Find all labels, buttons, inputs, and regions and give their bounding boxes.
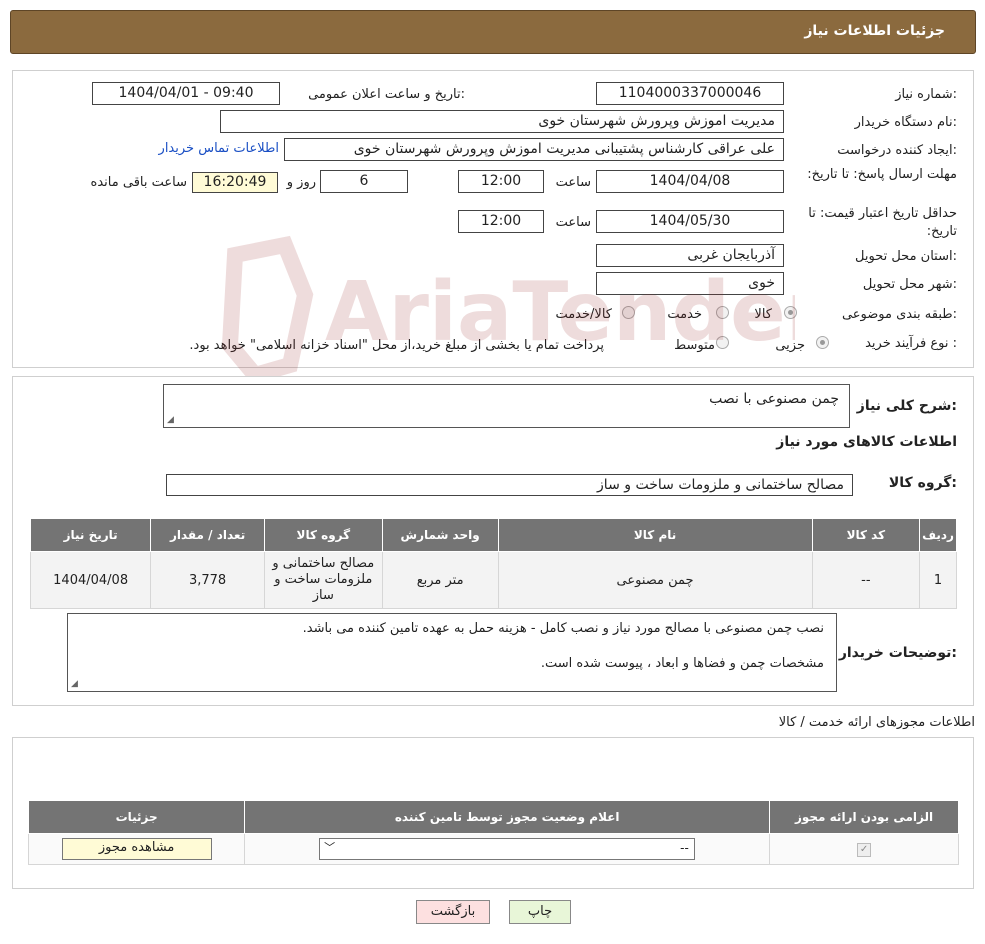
col-permit-details: جزئیات (27, 800, 246, 834)
cell-goods-name: چمن مصنوعی (497, 551, 813, 609)
col-unit: واحد شمارش (381, 518, 499, 552)
deadline-time-field: 12:00 (458, 170, 544, 193)
cell-row-number: 1 (919, 551, 957, 609)
permits-title: اطلاعات مجوزهای ارائه خدمت / کالا (778, 715, 975, 730)
col-goods-name: نام کالا (497, 518, 813, 552)
category-option-goods: کالا (754, 307, 772, 322)
permit-status-value: -- (680, 841, 689, 855)
page-header: جزئیات اطلاعات نیاز (10, 10, 976, 54)
cell-unit: متر مربع (381, 551, 499, 609)
permits-header-row: الزامی بودن ارائه مجوز اعلام وضعیت مجوز … (27, 800, 959, 834)
remaining-label: ساعت باقی مانده (90, 175, 187, 190)
buyer-notes-field[interactable]: نصب چمن مصنوعی با مصالح مورد نیاز و نصب … (67, 613, 837, 692)
permits-table: الزامی بودن ارائه مجوز اعلام وضعیت مجوز … (27, 800, 959, 865)
need-number-field: 1104000337000046 (596, 82, 784, 105)
permit-required-checkbox: ✓ (857, 843, 872, 857)
purchase-type-label: نوع فرآیند خرید : (865, 336, 957, 351)
goods-group-field: مصالح ساختمانی و ملزومات ساخت و ساز (166, 474, 853, 496)
purchase-radio-minor[interactable] (816, 336, 829, 349)
col-goods-group: گروه کالا (263, 518, 383, 552)
announce-label: تاریخ و ساعت اعلان عمومی: (308, 87, 465, 102)
days-field: 6 (320, 170, 408, 193)
deadline-label: مهلت ارسال پاسخ: تا تاریخ: (807, 167, 957, 182)
category-radio-service[interactable] (716, 306, 729, 319)
cell-permit-status: ﹀ -- (244, 833, 771, 865)
cell-quantity: 3,778 (150, 551, 265, 609)
goods-table: ردیف کد کالا نام کالا واحد شمارش گروه کا… (29, 518, 957, 609)
resize-grip-icon: ◢ (71, 679, 78, 689)
permit-status-select[interactable]: ﹀ -- (319, 838, 696, 860)
col-row-number: ردیف (919, 518, 957, 552)
page-title: جزئیات اطلاعات نیاز (804, 23, 945, 39)
summary-text: چمن مصنوعی با نصب (709, 391, 839, 407)
validity-label: حداقل تاریخ اعتبار قیمت: تا تاریخ: (808, 206, 957, 239)
col-permit-required: الزامی بودن ارائه مجوز (769, 800, 959, 834)
purchase-option-minor: جزیی (775, 338, 805, 353)
summary-label: شرح کلی نیاز: (856, 398, 957, 414)
buyer-org-field: مدیریت اموزش وپرورش شهرستان خوی (220, 110, 784, 133)
category-option-service: خدمت (667, 307, 702, 322)
goods-group-label: گروه کالا: (888, 475, 957, 491)
chevron-down-icon: ﹀ (324, 841, 336, 854)
summary-field[interactable]: چمن مصنوعی با نصب ◢ (163, 384, 850, 428)
category-label: طبقه بندی موضوعی: (841, 307, 957, 322)
validity-date-field: 1404/05/30 (596, 210, 784, 233)
goods-table-header-row: ردیف کد کالا نام کالا واحد شمارش گروه کا… (29, 518, 957, 552)
view-permit-button[interactable]: مشاهده مجوز (61, 838, 212, 860)
validity-time-label: ساعت (555, 215, 591, 230)
back-button[interactable]: بازگشت (416, 900, 490, 924)
category-radio-both[interactable] (622, 306, 635, 319)
buyer-notes-label: توضیحات خریدار: (838, 645, 957, 661)
print-button[interactable]: چاپ (509, 900, 571, 924)
purchase-radio-medium[interactable] (716, 336, 729, 349)
days-label: روز و (286, 175, 316, 190)
requester-field: علی عراقی کارشناس پشتیبانی مدیریت اموزش … (284, 138, 784, 161)
col-quantity: تعداد / مقدار (150, 518, 265, 552)
resize-grip-icon: ◢ (167, 415, 174, 425)
cell-goods-group: مصالح ساختمانی و ملزومات ساخت و ساز (263, 551, 383, 609)
buyer-contact-link[interactable]: اطلاعات تماس خریدار (159, 141, 279, 156)
col-need-date: تاریخ نیاز (29, 518, 152, 552)
category-option-both: کالا/خدمت (555, 307, 612, 322)
col-permit-status: اعلام وضعیت مجوز توسط تامین کننده (244, 800, 771, 834)
cell-permit-details: مشاهده مجوز (27, 833, 246, 865)
cell-need-date: 1404/04/08 (29, 551, 152, 609)
city-label: شهر محل تحویل: (862, 277, 957, 292)
need-number-label: شماره نیاز: (895, 87, 957, 102)
city-field: خوی (596, 272, 784, 295)
province-label: استان محل تحویل: (855, 249, 957, 264)
buyer-org-label: نام دستگاه خریدار: (854, 115, 957, 130)
deadline-time-label: ساعت (555, 175, 591, 190)
announce-field: 1404/04/01 - 09:40 (92, 82, 280, 105)
table-row: 1 -- چمن مصنوعی متر مربع مصالح ساختمانی … (29, 551, 957, 609)
buyer-notes-line-1: نصب چمن مصنوعی با مصالح مورد نیاز و نصب … (302, 621, 824, 636)
purchase-note: پرداخت تمام یا بخشی از مبلغ خرید،از محل … (189, 338, 604, 353)
buyer-notes-line-2: مشخصات چمن و فضاها و ابعاد ، پیوست شده ا… (540, 656, 824, 671)
deadline-date-field: 1404/04/08 (596, 170, 784, 193)
requester-label: ایجاد کننده درخواست: (837, 143, 957, 158)
category-radio-goods[interactable] (784, 306, 797, 319)
cell-permit-required: ✓ (769, 833, 959, 865)
permit-row: ✓ ﹀ -- مشاهده مجوز (27, 833, 959, 865)
province-field: آذربایجان غربی (596, 244, 784, 267)
col-goods-code: کد کالا (811, 518, 921, 552)
purchase-option-medium: متوسط (674, 338, 715, 353)
goods-info-title: اطلاعات کالاهای مورد نیاز (776, 434, 957, 450)
remaining-time-field: 16:20:49 (192, 172, 278, 193)
cell-goods-code: -- (811, 551, 921, 609)
validity-time-field: 12:00 (458, 210, 544, 233)
